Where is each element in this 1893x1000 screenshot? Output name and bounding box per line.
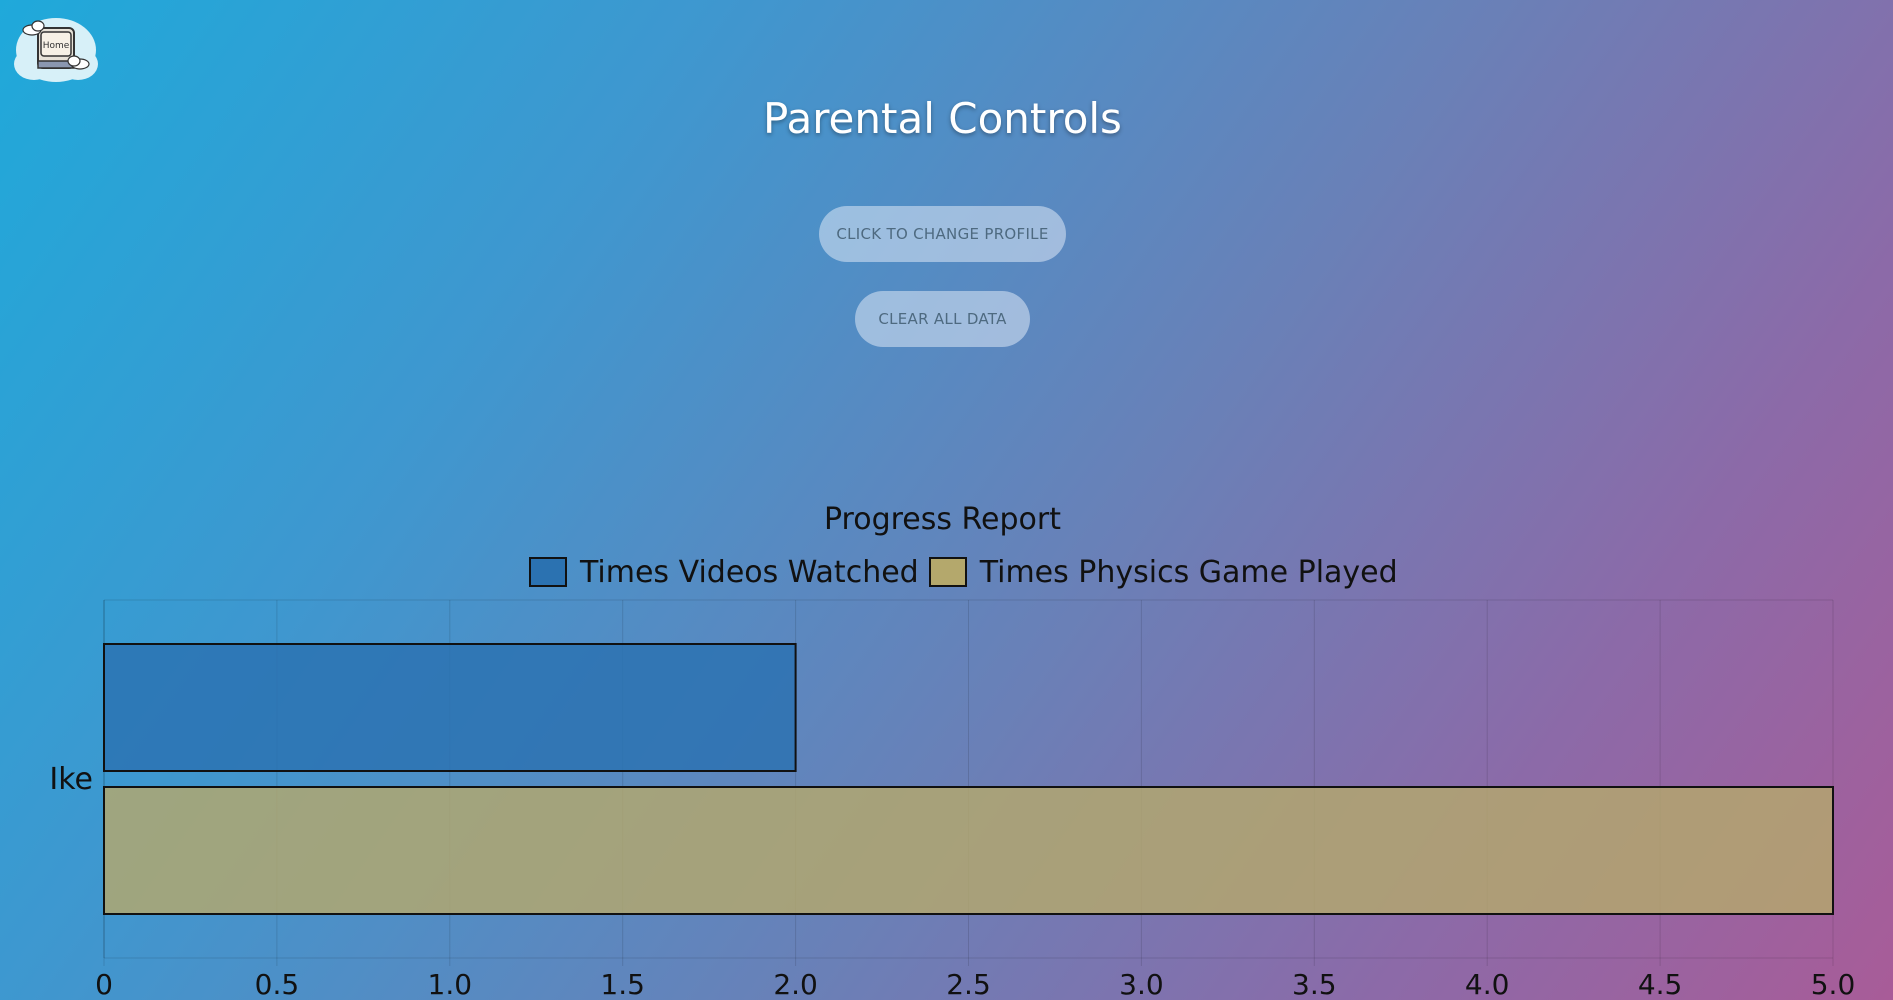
x-tick-label: 1.0 (428, 968, 473, 1000)
bar-physics[interactable] (103, 786, 1834, 915)
category-label: Ike (49, 762, 93, 797)
change-profile-button[interactable]: CLICK TO CHANGE PROFILE (819, 206, 1066, 262)
progress-chart-svg: 0 0.5 1.0 1.5 2.0 2.5 3.0 3.5 4.0 4.5 5.0 Ike (49, 599, 1856, 1000)
progress-chart: 0 0.5 1.0 1.5 2.0 2.5 3.0 3.5 4.0 4.5 5.0 Ike (0, 590, 1893, 1000)
page-title: Parental Controls (763, 94, 1122, 143)
clear-data-button[interactable]: CLEAR ALL DATA (855, 291, 1030, 347)
chart-title: Progress Report (823, 502, 1061, 537)
x-tick-label: 3.0 (1119, 968, 1164, 1000)
legend-label-physics: Times Physics Game Played (979, 554, 1398, 590)
x-tick-label: 4.5 (1638, 968, 1683, 1000)
x-tick-label: 3.5 (1292, 968, 1337, 1000)
x-tick-label: 2.0 (773, 968, 818, 1000)
x-tick-label: 0 (95, 968, 113, 1000)
home-label: Home (43, 41, 70, 51)
legend-label-videos: Times Videos Watched (580, 554, 919, 590)
x-tick-label: 0.5 (255, 968, 300, 1000)
legend-swatch-physics (928, 557, 967, 587)
home-cloud-icon: Home (14, 18, 98, 82)
bar-videos[interactable] (103, 643, 797, 772)
x-tick-label: 2.5 (946, 968, 991, 1000)
legend-swatch-videos (529, 557, 567, 587)
chart-legend: Times Videos Watched Times Physics Game … (529, 554, 1408, 590)
x-tick-label: 4.0 (1465, 968, 1510, 1000)
x-tick-label: 5.0 (1811, 968, 1856, 1000)
x-tick-label: 1.5 (600, 968, 645, 1000)
legend-item-videos[interactable]: Times Videos Watched (529, 555, 919, 590)
home-logo-button[interactable]: Home (8, 6, 104, 86)
legend-item-physics[interactable]: Times Physics Game Played (928, 554, 1398, 590)
